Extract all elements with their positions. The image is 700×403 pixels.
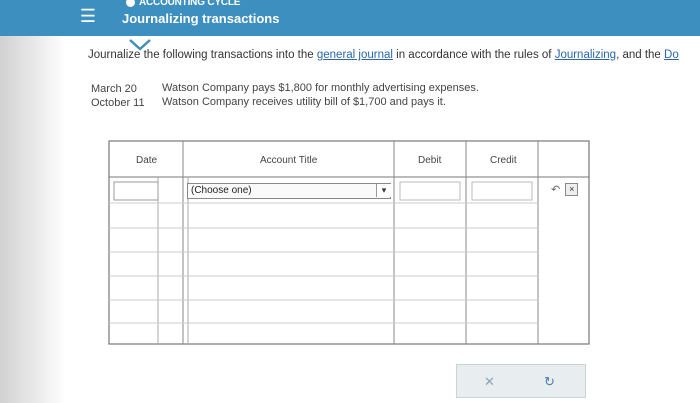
- instructions-part: Journalize the following transactions in…: [88, 49, 317, 61]
- column-header-credit: Credit: [490, 155, 517, 166]
- chevron-down-icon[interactable]: ▾: [376, 184, 391, 197]
- truncated-link[interactable]: Do: [664, 49, 679, 61]
- top-bar: ☰ ACCOUNTING CYCLE Journalizing transact…: [0, 0, 700, 36]
- instructions-text: Journalize the following transactions in…: [88, 49, 679, 61]
- transaction-date: October 11: [91, 97, 145, 109]
- action-bar: [456, 364, 586, 398]
- badge-text: ACCOUNTING CYCLE: [139, 0, 241, 8]
- category-badge: ACCOUNTING CYCLE: [126, 0, 240, 8]
- hamburger-menu-icon[interactable]: ☰: [77, 6, 99, 26]
- column-header-account-title: Account Title: [260, 155, 318, 166]
- account-title-select[interactable]: (Choose one): [187, 183, 391, 199]
- undo-icon[interactable]: ↶: [551, 183, 560, 196]
- badge-dot-icon: [126, 0, 135, 7]
- column-header-debit: Debit: [418, 155, 442, 166]
- clear-icon[interactable]: ✕: [484, 374, 495, 390]
- instructions-part: in accordance with the rules of: [392, 49, 555, 61]
- transaction-date: March 20: [91, 83, 137, 95]
- column-header-date: Date: [136, 155, 158, 166]
- journal-grid: [108, 140, 590, 345]
- background-shadow: [0, 36, 66, 403]
- journalizing-link[interactable]: Journalizing: [555, 49, 616, 61]
- delete-row-icon[interactable]: ×: [565, 183, 579, 196]
- transaction-text: Watson Company pays $1,800 for monthly a…: [162, 82, 479, 94]
- transaction-text: Watson Company receives utility bill of …: [162, 96, 446, 108]
- page-title: Journalizing transactions: [122, 11, 280, 26]
- refresh-icon[interactable]: ↻: [544, 374, 555, 390]
- journal-table: Date Account Title Debit Credit: [108, 140, 590, 345]
- general-journal-link[interactable]: general journal: [317, 49, 393, 61]
- row-actions: ↶ ×: [551, 183, 579, 196]
- instructions-part: , and the: [616, 49, 665, 61]
